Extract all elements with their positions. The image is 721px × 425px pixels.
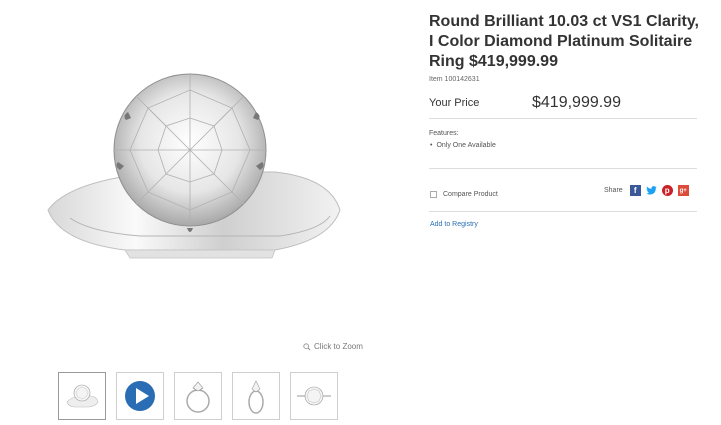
compare-product[interactable]: Compare Product <box>430 191 498 198</box>
feature-item: Only One Available <box>429 142 495 149</box>
features-label: Features: <box>429 130 459 137</box>
divider <box>429 118 697 119</box>
compare-checkbox[interactable] <box>430 191 437 198</box>
magnifier-icon <box>303 342 311 351</box>
thumbnail-strip <box>58 372 338 420</box>
google-plus-icon[interactable]: g+ <box>677 185 689 196</box>
add-to-registry-link[interactable]: Add to Registry <box>430 221 478 228</box>
product-main-image[interactable] <box>30 60 370 290</box>
thumbnail-top-view[interactable] <box>290 372 338 420</box>
item-number: Item 100142631 <box>429 76 480 83</box>
divider <box>429 211 697 212</box>
your-price-label: Your Price <box>429 97 480 109</box>
facebook-icon[interactable]: f <box>629 185 641 196</box>
thumbnail-side-view[interactable] <box>174 372 222 420</box>
thumbnail-profile-view[interactable] <box>232 372 280 420</box>
share-bar: Share f p g+ <box>604 185 689 196</box>
play-icon <box>125 381 155 411</box>
share-label: Share <box>604 187 623 194</box>
product-price: $419,999.99 <box>532 94 621 111</box>
zoom-label: Click to Zoom <box>314 342 363 351</box>
pinterest-icon[interactable]: p <box>661 185 673 196</box>
thumbnail-video[interactable] <box>116 372 164 420</box>
thumbnail-front-view[interactable] <box>58 372 106 420</box>
features-list: Only One Available <box>429 142 495 149</box>
twitter-icon[interactable] <box>645 185 657 196</box>
click-to-zoom[interactable]: Click to Zoom <box>303 342 363 351</box>
compare-label: Compare Product <box>443 191 498 198</box>
product-title: Round Brilliant 10.03 ct VS1 Clarity, I … <box>429 13 699 70</box>
divider <box>429 168 697 169</box>
